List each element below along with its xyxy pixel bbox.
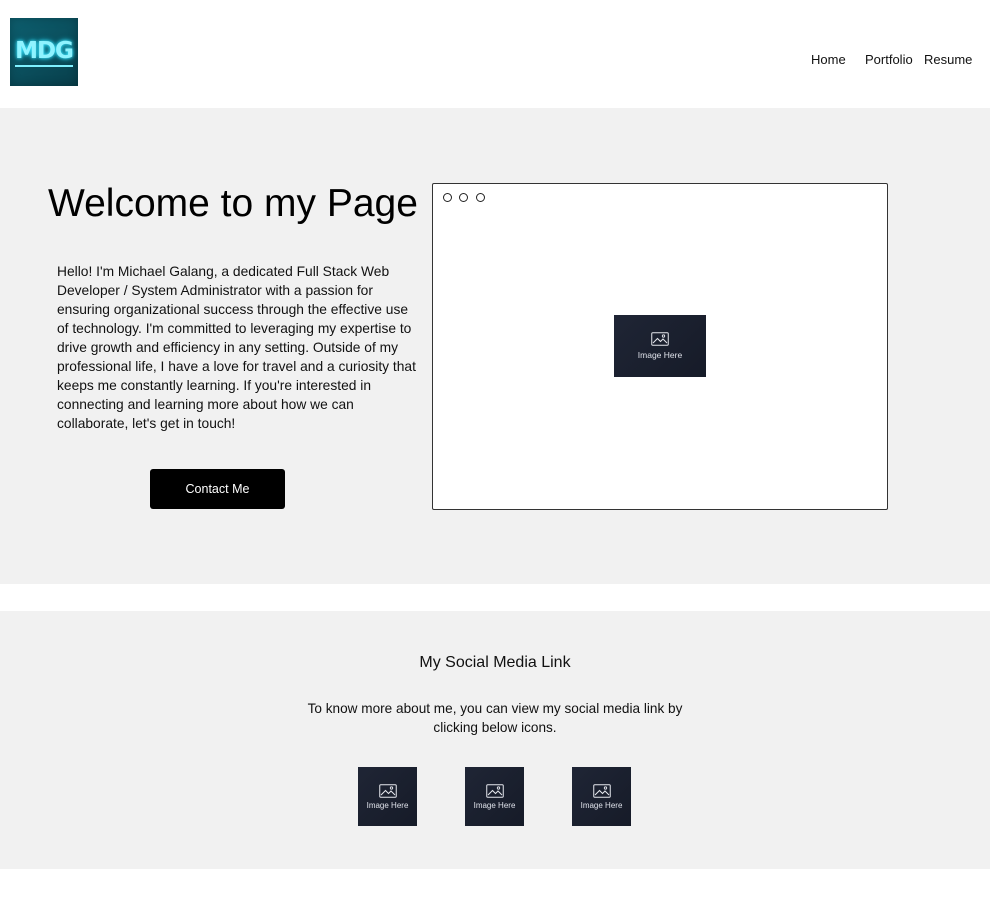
image-placeholder-label: Image Here bbox=[580, 800, 623, 810]
site-header: MDG Home Portfolio Resume bbox=[0, 0, 990, 108]
logo-text: MDG bbox=[15, 38, 74, 67]
window-dot-icon bbox=[443, 193, 452, 202]
nav-portfolio-link[interactable]: Portfolio bbox=[865, 52, 913, 67]
intro-paragraph: Hello! I'm Michael Galang, a dedicated F… bbox=[57, 264, 416, 431]
hero-section: Welcome to my Page Hello! I'm Michael Ga… bbox=[0, 108, 990, 584]
image-icon bbox=[592, 783, 611, 798]
nav-home-link[interactable]: Home bbox=[811, 52, 846, 67]
browser-mockup: Image Here bbox=[432, 183, 888, 510]
social-link-2[interactable]: Image Here bbox=[465, 767, 524, 826]
contact-me-button[interactable]: Contact Me bbox=[150, 469, 285, 509]
image-placeholder-label: Image Here bbox=[637, 350, 683, 360]
window-dot-icon bbox=[459, 193, 468, 202]
social-description: To know more about me, you can view my s… bbox=[307, 701, 683, 735]
hero-image-placeholder: Image Here bbox=[614, 315, 706, 377]
image-icon bbox=[651, 332, 669, 346]
image-placeholder-label: Image Here bbox=[366, 800, 409, 810]
logo[interactable]: MDG bbox=[10, 18, 78, 86]
page: MDG Home Portfolio Resume Welcome to my … bbox=[0, 0, 990, 899]
social-section: My Social Media Link To know more about … bbox=[0, 611, 990, 869]
social-link-1[interactable]: Image Here bbox=[358, 767, 417, 826]
image-icon bbox=[485, 783, 504, 798]
image-placeholder-label: Image Here bbox=[473, 800, 516, 810]
social-link-3[interactable]: Image Here bbox=[572, 767, 631, 826]
nav-resume-link[interactable]: Resume bbox=[924, 52, 972, 67]
page-title: Welcome to my Page bbox=[48, 182, 418, 225]
image-icon bbox=[378, 783, 397, 798]
window-dot-icon bbox=[476, 193, 485, 202]
social-title: My Social Media Link bbox=[419, 654, 571, 671]
